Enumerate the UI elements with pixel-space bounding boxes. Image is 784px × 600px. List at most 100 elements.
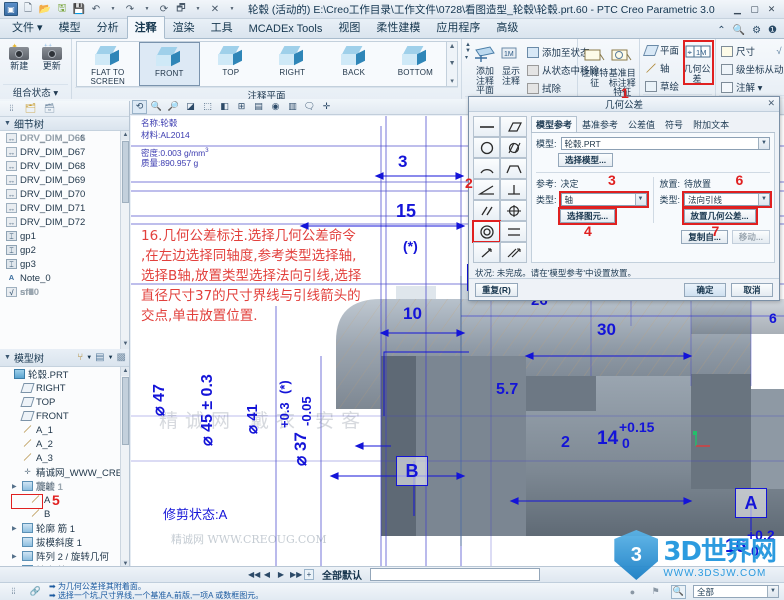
datum-plane-button[interactable]: 平面	[642, 42, 681, 58]
detail-tree-item[interactable]: ↔ DRV_DIM_D67	[0, 145, 129, 159]
tab-model-reference[interactable]: 模型参考	[531, 116, 578, 132]
new-state-button[interactable]: ✦ 新建	[3, 40, 36, 71]
zoom-in-icon[interactable]: 🔍	[149, 100, 164, 114]
app-icon[interactable]: ▣	[4, 2, 18, 16]
model-tree-filter-icon[interactable]: ⑂	[77, 352, 83, 363]
surface-profile-icon[interactable]	[500, 158, 527, 179]
detail-scroll-thumb[interactable]	[122, 141, 129, 203]
detail-scroll-down-icon[interactable]: ▼	[121, 340, 129, 349]
maximize-button[interactable]: ▢	[749, 4, 760, 15]
model-tree-item[interactable]: TOP	[0, 395, 129, 409]
tab-model[interactable]: 模型	[51, 16, 89, 38]
annotation-display-icon[interactable]: 🗨	[302, 100, 317, 114]
position-icon[interactable]	[500, 200, 527, 221]
detail-tree-item[interactable]: ↔ DRV_DIM_D64	[0, 131, 85, 145]
tree-columns-icon[interactable]: ⦙⦙	[4, 102, 19, 116]
gtol-symbol-palette[interactable]	[472, 116, 527, 263]
dim-14-tol-upper[interactable]: +0.15	[619, 419, 654, 435]
save-icon[interactable]: 💾	[72, 2, 86, 16]
manage-expand-icon[interactable]: ▾	[465, 54, 471, 61]
dim-14-tol-lower[interactable]: 0	[622, 435, 630, 451]
redo-dropdown-icon[interactable]: ▼	[140, 2, 154, 16]
gallery-scroll-up-icon[interactable]: ▲	[449, 43, 456, 50]
display-style-icon[interactable]: ◧	[217, 100, 232, 114]
select-entity-button[interactable]: 选择图元...	[557, 207, 618, 225]
concentricity-icon[interactable]	[472, 220, 501, 243]
view-front[interactable]: FRONT	[138, 42, 201, 86]
annotation-feature-button[interactable]: 注释特征	[581, 44, 609, 88]
tab-view[interactable]: 视图	[330, 16, 368, 38]
view-flat-to-screen[interactable]: FLAT TO SCREEN	[77, 42, 139, 86]
model-tree-item[interactable]: ／ A_3	[0, 451, 129, 465]
refit-icon[interactable]: ◪	[183, 100, 198, 114]
ordinate-dimension-button[interactable]: 级坐标从动尺寸	[719, 61, 784, 77]
dim-14[interactable]: 14	[597, 428, 618, 450]
parallelism-icon[interactable]	[473, 200, 500, 221]
show-annotation-button[interactable]: 1M 显示注释	[499, 42, 523, 86]
detail-tree-item[interactable]: A Note_0	[0, 271, 129, 285]
settings-icon[interactable]: ⚙	[752, 25, 761, 36]
dim-47[interactable]: ⌀ 47	[149, 384, 169, 416]
next-icon[interactable]: ▶	[276, 570, 286, 579]
close-window-icon[interactable]: ✕	[208, 2, 222, 16]
detail-tree-header[interactable]: ▼ 细节树	[0, 117, 129, 131]
detail-tree[interactable]: ↔DRV_DIM_D64↔DRV_DIM_D66↔DRV_DIM_D67↔DRV…	[0, 131, 129, 349]
close-button[interactable]: ✕	[766, 4, 777, 15]
dim-5-7[interactable]: 5.7	[496, 381, 518, 399]
tab-analysis[interactable]: 分析	[89, 16, 127, 38]
model-tree-header[interactable]: ▼ 模型树 ⑂ ▼ ▤ ▼ ▩	[0, 349, 129, 367]
flatness-icon[interactable]	[500, 116, 527, 137]
last-icon[interactable]: ▶▶	[290, 570, 302, 579]
dialog-close-icon[interactable]: ✕	[767, 98, 775, 109]
dim-6[interactable]: 6	[769, 310, 777, 326]
tab-tools[interactable]: 工具	[203, 16, 241, 38]
layer-icon[interactable]: ▥	[285, 100, 300, 114]
model-tree-item[interactable]: ／ A_2	[0, 437, 129, 451]
tab-advanced[interactable]: 高级	[488, 16, 526, 38]
model-tree-settings-icon[interactable]: ▩	[117, 352, 126, 363]
dim-37-tol-upper[interactable]: +0.3	[277, 402, 292, 428]
tab-annotate[interactable]: 注释	[126, 16, 165, 39]
repaint-icon[interactable]: ⟲	[132, 99, 147, 114]
detail-scroll-up-icon[interactable]: ▲	[121, 131, 129, 140]
chevron-down-icon[interactable]: ▼	[634, 194, 646, 205]
cancel-button[interactable]: 取消	[731, 282, 773, 297]
new-icon[interactable]: 🗋	[21, 2, 35, 16]
link-icon[interactable]: 🔗	[28, 585, 43, 599]
detail-tree-item[interactable]: ↔ DRV_DIM_D72	[0, 215, 129, 229]
switch-window-icon[interactable]: 🗗	[174, 2, 188, 16]
model-tree-item[interactable]: RIGHT	[0, 381, 129, 395]
chevron-down-icon[interactable]: ▼	[767, 586, 778, 597]
open-icon[interactable]: 📂	[38, 2, 52, 16]
selection-filter-combo[interactable]: 全部 ▼	[693, 585, 779, 598]
line-profile-icon[interactable]	[473, 158, 500, 179]
view-orientation-icon[interactable]: ⬚	[200, 100, 215, 114]
add-annotation-plane-button[interactable]: 添加注释平面	[473, 42, 497, 96]
undo-icon[interactable]: ↶	[89, 2, 103, 16]
datum-a[interactable]: A	[735, 488, 767, 518]
model-tree[interactable]: 轮毂.PRT RIGHT TOP FRONT ／ A_1 ／ A_2 ／ A_3 ✛ 精诚网_WWW_…	[0, 367, 129, 579]
dim-45[interactable]: ⌀ 45 ± 0.3	[197, 374, 217, 446]
straightness-icon[interactable]	[473, 116, 500, 137]
first-icon[interactable]: ◀◀	[248, 570, 260, 579]
perpendicularity-icon[interactable]	[500, 179, 527, 200]
model-tree-filter-caret-icon[interactable]: ▼	[86, 355, 92, 361]
reference-type-select[interactable]: 轴 ▼	[558, 191, 649, 208]
expand-icon[interactable]: ▶	[12, 525, 19, 532]
tab-flexible-modeling[interactable]: 柔性建模	[368, 16, 428, 38]
model-tree-item[interactable]: 拔模斜度 1	[0, 535, 129, 549]
model-tree-item[interactable]: 草绘 1	[0, 479, 63, 493]
dimension-button[interactable]: 尺寸	[719, 43, 757, 59]
model-scroll-thumb[interactable]	[122, 377, 129, 445]
model-tree-item[interactable]: FRONT	[0, 409, 129, 423]
customize-icon[interactable]: ▼	[225, 2, 239, 16]
ok-button[interactable]: 确定	[684, 282, 726, 297]
datum-b[interactable]: B	[396, 456, 428, 486]
model-tree-item[interactable]: ／ B	[0, 507, 129, 521]
redo-icon[interactable]: ↷	[123, 2, 137, 16]
detail-tree-item[interactable]: ⌶ gp3	[0, 257, 129, 271]
detail-tree-item[interactable]: ↔ DRV_DIM_D68	[0, 159, 129, 173]
tab-file[interactable]: 文件 ▾	[4, 16, 51, 38]
model-tree-item[interactable]: ／ A_1	[0, 423, 129, 437]
model-scroll-up-icon[interactable]: ▲	[121, 367, 129, 376]
